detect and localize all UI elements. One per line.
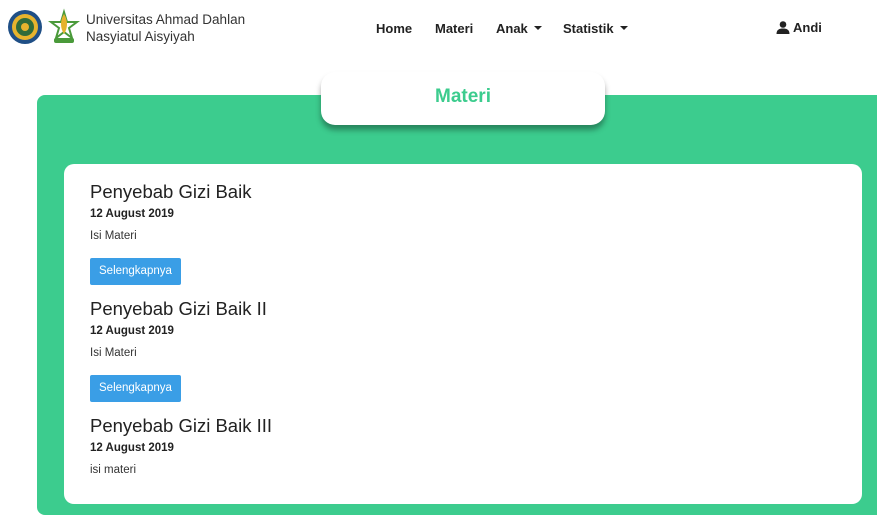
brand-line-1: Universitas Ahmad Dahlan xyxy=(86,12,246,27)
page-title: Materi xyxy=(435,86,491,107)
nav-anak-dropdown[interactable]: Anak xyxy=(496,21,542,36)
article-title: Penyebab Gizi Baik xyxy=(90,181,252,202)
article-item: Penyebab Gizi Baik II 12 August 2019 Isi… xyxy=(90,298,267,402)
caret-down-icon xyxy=(533,26,542,30)
article-title: Penyebab Gizi Baik III xyxy=(90,415,273,436)
page-title-card: Materi xyxy=(321,72,605,125)
read-more-button[interactable]: Selengkapnya xyxy=(90,258,181,285)
nasyiatul-aisyiyah-logo[interactable] xyxy=(48,8,80,46)
article-excerpt: Isi Materi xyxy=(90,347,137,359)
article-excerpt: Isi Materi xyxy=(90,230,137,242)
article-date: 12 August 2019 xyxy=(90,442,174,454)
uad-logo[interactable] xyxy=(7,9,43,45)
brand-line-2: Nasyiatul Aisyiyah xyxy=(86,29,195,44)
article-date: 12 August 2019 xyxy=(90,208,174,220)
user-icon xyxy=(776,21,790,34)
article-title: Penyebab Gizi Baik II xyxy=(90,298,267,319)
article-item: Penyebab Gizi Baik 12 August 2019 Isi Ma… xyxy=(90,181,251,285)
article-item: Penyebab Gizi Baik III 12 August 2019 is… xyxy=(90,415,272,478)
top-navbar: Universitas Ahmad Dahlan Nasyiatul Aisyi… xyxy=(0,0,877,56)
nav-home[interactable]: Home xyxy=(376,21,412,36)
user-menu[interactable]: Andi xyxy=(776,20,822,35)
caret-down-icon xyxy=(619,26,628,30)
nav-statistik-label: Statistik xyxy=(563,21,614,36)
nav-materi-label: Materi xyxy=(435,21,474,36)
nav-anak-label: Anak xyxy=(496,21,528,36)
read-more-button[interactable]: Selengkapnya xyxy=(90,375,181,402)
nav-statistik-dropdown[interactable]: Statistik xyxy=(563,21,628,36)
user-name: Andi xyxy=(793,20,822,35)
article-date: 12 August 2019 xyxy=(90,325,174,337)
brand-name[interactable]: Universitas Ahmad Dahlan Nasyiatul Aisyi… xyxy=(86,11,245,45)
article-excerpt: isi materi xyxy=(90,464,137,476)
nav-home-label: Home xyxy=(376,21,413,36)
nav-materi[interactable]: Materi xyxy=(435,21,473,36)
